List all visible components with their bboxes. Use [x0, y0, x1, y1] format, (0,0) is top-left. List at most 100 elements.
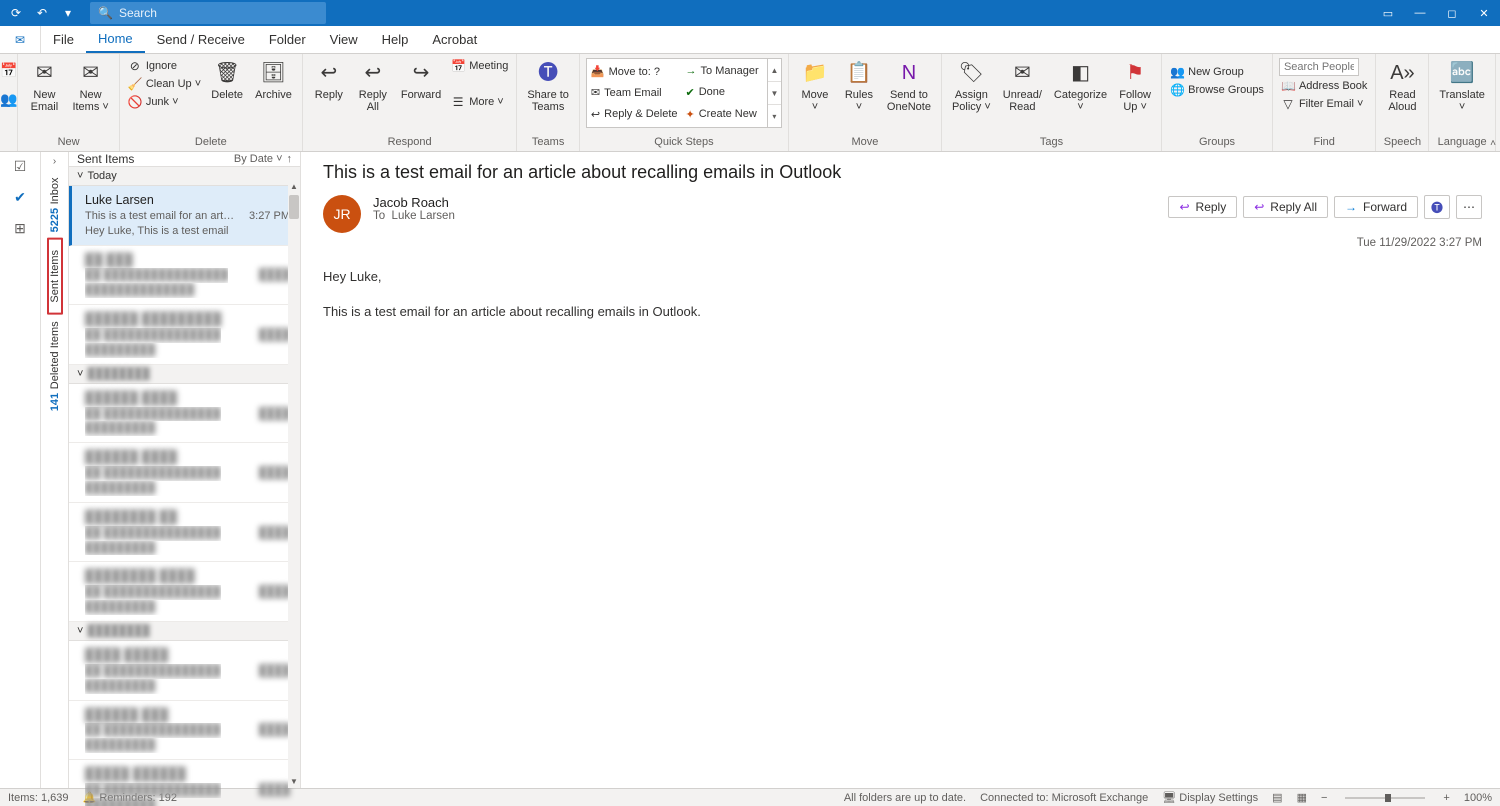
send-onenote-button[interactable]: NSend to OneNote	[883, 58, 935, 115]
message-group[interactable]: ˅████████	[69, 622, 300, 641]
tab-home[interactable]: Home	[86, 26, 145, 53]
assign-policy-button[interactable]: 🏷Assign Policy ˅	[948, 58, 995, 115]
minimize-icon[interactable]: —	[1404, 0, 1436, 26]
tab-acrobat[interactable]: Acrobat	[420, 26, 489, 53]
qs-scroll[interactable]: ▲▼▾	[767, 59, 781, 127]
read-aloud-button[interactable]: A»Read Aloud	[1382, 58, 1422, 115]
new-email-button[interactable]: ✉New Email	[24, 58, 64, 115]
more-actions-icon[interactable]: ⋯	[1456, 195, 1482, 219]
view-normal-icon[interactable]: ▤	[1272, 791, 1282, 804]
display-settings-button[interactable]: Display Settings	[1179, 792, 1258, 804]
qs-move-to[interactable]: 📥Move to: ?	[591, 65, 678, 78]
message-item[interactable]: ████ ███████ ███████████████████████████…	[69, 641, 300, 701]
meeting-button[interactable]: 📅Meeting	[449, 58, 510, 74]
search-box[interactable]: 🔍	[90, 2, 326, 24]
forward-button[interactable]: ↪Forward	[397, 58, 445, 103]
scroll-down-icon[interactable]: ▼	[290, 775, 298, 788]
message-item[interactable]: ██████ ███████████ █████████████████████…	[69, 305, 300, 365]
qs-to-manager[interactable]: →To Manager	[686, 65, 763, 77]
qs-done[interactable]: ✔Done	[686, 86, 763, 99]
tab-help[interactable]: Help	[370, 26, 421, 53]
tab-view[interactable]: View	[318, 26, 370, 53]
translate-button[interactable]: 🔤Translate ˅	[1435, 58, 1488, 115]
close-icon[interactable]: ✕	[1468, 0, 1500, 26]
reply-all-pill[interactable]: ↩Reply All	[1243, 196, 1328, 218]
message-item[interactable]: ██████ ██████ ██████████████████████████…	[69, 384, 300, 444]
qs-team-email[interactable]: ✉Team Email	[591, 86, 678, 99]
message-item[interactable]: ████████ ████ ██████████████████████████…	[69, 503, 300, 563]
browse-groups-button[interactable]: 🌐Browse Groups	[1168, 82, 1266, 98]
follow-up-button[interactable]: ⚑Follow Up ˅	[1115, 58, 1155, 115]
message-group-today[interactable]: ˅Today	[69, 167, 300, 186]
ribbon-group-teams: 🅣Share to Teams Teams	[517, 54, 580, 151]
archive-button[interactable]: 🗄Archive	[251, 58, 296, 103]
filter-email-button[interactable]: ▽Filter Email ˅	[1279, 96, 1369, 112]
undo-icon[interactable]: ↶	[32, 3, 52, 23]
quick-steps-gallery[interactable]: 📥Move to: ? ✉Team Email ↩Reply & Delete …	[586, 58, 782, 128]
message-item[interactable]: ██ █████ ███████████████████████████████…	[69, 246, 300, 306]
delete-button[interactable]: 🗑Delete	[207, 58, 247, 103]
ribbon-group-label: Move	[795, 134, 935, 151]
unread-read-button[interactable]: ✉Unread/ Read	[999, 58, 1046, 115]
zoom-in-icon[interactable]: +	[1443, 792, 1449, 804]
message-item[interactable]: ████████ ██████ ████████████████████████…	[69, 562, 300, 622]
scroll-up-icon[interactable]: ▲	[290, 180, 298, 193]
reply-pill[interactable]: ↩Reply	[1168, 196, 1237, 218]
collapse-ribbon-icon[interactable]: ˄	[1490, 138, 1496, 149]
folder-deleted-items[interactable]: 141 Deleted Items	[49, 315, 61, 417]
categorize-button[interactable]: ◧Categorize ˅	[1050, 58, 1111, 115]
junk-button[interactable]: 🚫Junk ˅	[126, 94, 203, 110]
ribbon-display-icon[interactable]: ▭	[1372, 0, 1404, 26]
qat-dropdown-icon[interactable]: ▾	[58, 3, 78, 23]
folder-sent-items[interactable]: Sent Items	[47, 238, 63, 315]
rules-button[interactable]: 📋Rules ˅	[839, 58, 879, 115]
reading-pane: This is a test email for an article abou…	[301, 152, 1500, 788]
qs-create-new[interactable]: ✦Create New	[686, 108, 763, 121]
new-group-button[interactable]: 👥New Group	[1168, 64, 1266, 80]
zoom-slider[interactable]	[1345, 797, 1425, 799]
maximize-icon[interactable]: ◻	[1436, 0, 1468, 26]
people-module-icon[interactable]: 👥	[0, 91, 17, 108]
tasks-module-icon[interactable]: ☑	[14, 158, 27, 175]
sort-button[interactable]: By Date ˅	[234, 153, 283, 165]
forward-pill[interactable]: →Forward	[1334, 196, 1418, 218]
ribbon-group-label: Teams	[523, 134, 573, 151]
folder-inbox[interactable]: 5225 Inbox	[49, 171, 61, 238]
cleanup-button[interactable]: 🧹Clean Up ˅	[126, 76, 203, 92]
folder-icon: 📁	[802, 60, 827, 86]
search-input[interactable]	[119, 6, 318, 20]
more-respond-button[interactable]: ☰More ˅	[449, 94, 510, 110]
message-item[interactable]: █████ ████████ █████████████████████████…	[69, 760, 300, 806]
refresh-icon[interactable]: ⟳	[6, 3, 26, 23]
sort-direction-icon[interactable]: ↑	[287, 153, 293, 165]
new-items-button[interactable]: ✉New Items ˅	[68, 58, 112, 115]
message-item[interactable]: ██████ █████ ███████████████████████████…	[69, 701, 300, 761]
message-item-selected[interactable]: Luke Larsen This is a test email for an …	[69, 186, 300, 246]
reading-to: Luke Larsen	[392, 210, 455, 222]
mail-module-icon[interactable]: ✉	[0, 26, 41, 53]
zoom-out-icon[interactable]: −	[1321, 792, 1327, 804]
share-teams-button[interactable]: 🅣Share to Teams	[523, 58, 573, 115]
tab-send-receive[interactable]: Send / Receive	[145, 26, 257, 53]
search-people-input[interactable]	[1279, 58, 1359, 76]
tab-file[interactable]: File	[41, 26, 86, 53]
more-apps-icon[interactable]: ⊞	[14, 220, 26, 237]
ignore-button[interactable]: ⊘Ignore	[126, 58, 203, 74]
teams-share-icon[interactable]: 🅣	[1424, 195, 1450, 219]
message-group[interactable]: ˅████████	[69, 365, 300, 384]
categories-icon: ◧	[1071, 60, 1090, 86]
todo-module-icon[interactable]: ✔	[14, 189, 26, 206]
expand-folder-pane-icon[interactable]: ›	[53, 156, 56, 167]
view-reading-icon[interactable]: ▦	[1297, 791, 1307, 804]
message-item[interactable]: ██████ ██████ ██████████████████████████…	[69, 443, 300, 503]
reply-button[interactable]: ↩Reply	[309, 58, 349, 103]
reply-all-button[interactable]: ↩Reply All	[353, 58, 393, 115]
address-book-button[interactable]: 📖Address Book	[1279, 78, 1369, 94]
message-list-scrollbar[interactable]: ▲ ▼	[288, 180, 300, 788]
tab-folder[interactable]: Folder	[257, 26, 318, 53]
scroll-thumb[interactable]	[289, 195, 299, 219]
zoom-level[interactable]: 100%	[1464, 792, 1492, 804]
calendar-module-icon[interactable]: 📅	[0, 62, 17, 79]
qs-reply-delete[interactable]: ↩Reply & Delete	[591, 108, 678, 121]
move-button[interactable]: 📁Move ˅	[795, 58, 835, 115]
